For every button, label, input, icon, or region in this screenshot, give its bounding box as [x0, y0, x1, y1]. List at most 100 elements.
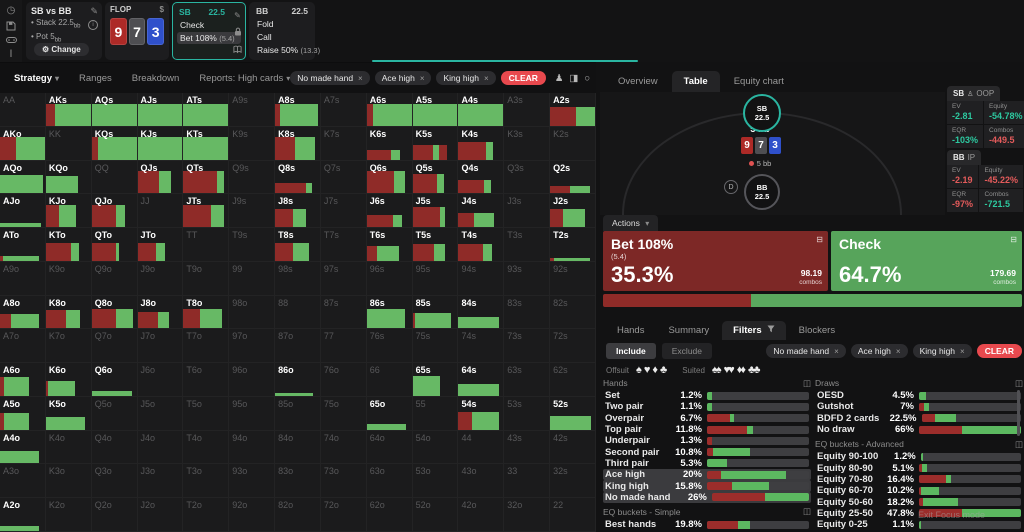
matrix-cell-72s[interactable]: 72s	[550, 329, 596, 363]
matrix-cell-A4o[interactable]: A4o	[0, 431, 46, 465]
matrix-cell-JTs[interactable]: JTs	[183, 194, 229, 228]
close-icon[interactable]: ×	[358, 74, 363, 83]
matrix-cell-99[interactable]: 99	[229, 262, 275, 296]
matrix-cell-K6o[interactable]: K6o	[46, 363, 92, 397]
matrix-cell-A3o[interactable]: A3o	[0, 464, 46, 498]
matrix-cell-66[interactable]: 66	[367, 363, 413, 397]
matrix-cell-Q8s[interactable]: Q8s	[275, 161, 321, 195]
matrix-cell-98o[interactable]: 98o	[229, 296, 275, 330]
matrix-cell-J2o[interactable]: J2o	[138, 498, 184, 532]
matrix-cell-K3o[interactable]: K3o	[46, 464, 92, 498]
matrix-cell-KQs[interactable]: KQs	[92, 127, 138, 161]
filter-row-gutshot[interactable]: Gutshot7%	[815, 401, 1023, 412]
matrix-cell-J3o[interactable]: J3o	[138, 464, 184, 498]
section-collapse-icon[interactable]: ◫	[803, 378, 811, 389]
matrix-cell-A3s[interactable]: A3s	[504, 93, 550, 127]
matrix-cell-87o[interactable]: 87o	[275, 329, 321, 363]
matrix-cell-AKs[interactable]: AKs	[46, 93, 92, 127]
matrix-cell-T5s[interactable]: T5s	[413, 228, 459, 262]
matrix-cell-88[interactable]: 88	[275, 296, 321, 330]
matrix-cell-97s[interactable]: 97s	[321, 262, 367, 296]
filter-row-second-pair[interactable]: Second pair10.8%	[603, 446, 811, 457]
gamepad-icon[interactable]	[6, 36, 17, 44]
filter-row-equity-60-70[interactable]: Equity 60-7010.2%	[815, 485, 1023, 496]
matrix-cell-77[interactable]: 77	[321, 329, 367, 363]
matrix-cell-T9s[interactable]: T9s	[229, 228, 275, 262]
expand-action-icon[interactable]: ⊟	[1010, 235, 1017, 244]
matrix-cell-62s[interactable]: 62s	[550, 363, 596, 397]
tab-strategy[interactable]: Strategy▾	[14, 73, 59, 84]
matrix-cell-KTo[interactable]: KTo	[46, 228, 92, 262]
include-button[interactable]: Include	[606, 343, 656, 359]
matrix-cell-AQo[interactable]: AQo	[0, 161, 46, 195]
matrix-cell-42o[interactable]: 42o	[458, 498, 504, 532]
node-action-bet-108-[interactable]: Bet 108% (5.4)	[177, 32, 241, 44]
matrix-cell-93o[interactable]: 93o	[229, 464, 275, 498]
filter-row-best-hands[interactable]: Best hands19.8%	[603, 519, 811, 530]
ibeam-icon[interactable]: Ⅰ	[10, 49, 13, 60]
node-action-fold[interactable]: Fold	[254, 18, 310, 30]
filter-row-bdfd-2-cards[interactable]: BDFD 2 cards22.5%	[815, 413, 1023, 424]
matrix-cell-63s[interactable]: 63s	[504, 363, 550, 397]
matrix-cell-65o[interactable]: 65o	[367, 397, 413, 431]
edit-icon[interactable]: ✎	[90, 7, 98, 16]
matrix-cell-K9o[interactable]: K9o	[46, 262, 92, 296]
matrix-cell-42s[interactable]: 42s	[550, 431, 596, 465]
tab-breakdown[interactable]: Breakdown	[132, 73, 180, 84]
close-icon[interactable]: ×	[484, 74, 489, 83]
matrix-cell-96s[interactable]: 96s	[367, 262, 413, 296]
filter-row-set[interactable]: Set1.2%	[603, 390, 811, 401]
matrix-cell-22[interactable]: 22	[550, 498, 596, 532]
filter-chip-ace-high[interactable]: Ace high×	[851, 344, 908, 358]
matrix-cell-K7s[interactable]: K7s	[321, 127, 367, 161]
matrix-cell-J6o[interactable]: J6o	[138, 363, 184, 397]
filter-row-two-pair[interactable]: Two pair1.1%	[603, 401, 811, 412]
matrix-cell-A2o[interactable]: A2o	[0, 498, 46, 532]
matrix-cell-T9o[interactable]: T9o	[183, 262, 229, 296]
matrix-cell-AJo[interactable]: AJo	[0, 194, 46, 228]
node-action-check[interactable]: Check	[177, 19, 241, 31]
matrix-cell-32s[interactable]: 32s	[550, 464, 596, 498]
matrix-cell-Q3o[interactable]: Q3o	[92, 464, 138, 498]
matrix-cell-QQ[interactable]: QQ	[92, 161, 138, 195]
matrix-cell-A7o[interactable]: A7o	[0, 329, 46, 363]
matrix-cell-98s[interactable]: 98s	[275, 262, 321, 296]
suit-selector-icon[interactable]: ♟	[555, 73, 564, 84]
matrix-cell-55[interactable]: 55	[413, 397, 459, 431]
matrix-cell-Q6s[interactable]: Q6s	[367, 161, 413, 195]
matrix-cell-A7s[interactable]: A7s	[321, 93, 367, 127]
matrix-cell-K3s[interactable]: K3s	[504, 127, 550, 161]
matrix-cell-K7o[interactable]: K7o	[46, 329, 92, 363]
matrix-cell-82s[interactable]: 82s	[550, 296, 596, 330]
bb-node-panel[interactable]: BB 22.5 FoldCallRaise 50% (13.3)	[249, 2, 315, 60]
matrix-cell-QJs[interactable]: QJs	[138, 161, 184, 195]
matrix-cell-T8o[interactable]: T8o	[183, 296, 229, 330]
action-card-check[interactable]: ⊟Check64.7%179.69combos	[831, 231, 1022, 291]
filter-chip-ace-high[interactable]: Ace high×	[375, 71, 432, 85]
matrix-cell-A2s[interactable]: A2s	[550, 93, 596, 127]
matrix-cell-JTo[interactable]: JTo	[138, 228, 184, 262]
matrix-cell-43o[interactable]: 43o	[458, 464, 504, 498]
matrix-cell-KK[interactable]: KK	[46, 127, 92, 161]
matrix-cell-T5o[interactable]: T5o	[183, 397, 229, 431]
close-icon[interactable]: ×	[420, 74, 425, 83]
edit-strategy-icon[interactable]: ✎	[234, 11, 241, 20]
tab-table[interactable]: Table	[672, 71, 720, 92]
filter-row-no-made-hand[interactable]: No made hand26%	[603, 492, 811, 503]
matrix-cell-83o[interactable]: 83o	[275, 464, 321, 498]
matrix-cell-JJ[interactable]: JJ	[138, 194, 184, 228]
matrix-cell-64o[interactable]: 64o	[367, 431, 413, 465]
matrix-cell-A6o[interactable]: A6o	[0, 363, 46, 397]
section-collapse-icon[interactable]: ◫	[1015, 378, 1023, 389]
matrix-cell-J3s[interactable]: J3s	[504, 194, 550, 228]
node-action-call[interactable]: Call	[254, 31, 310, 43]
matrix-cell-75o[interactable]: 75o	[321, 397, 367, 431]
matrix-cell-Q7s[interactable]: Q7s	[321, 161, 367, 195]
clear-filters-button[interactable]: CLEAR	[501, 71, 546, 85]
expand-action-icon[interactable]: ⊟	[816, 235, 823, 244]
range-book-icon[interactable]	[233, 45, 242, 56]
tab-hands[interactable]: Hands	[606, 321, 655, 340]
matrix-cell-84s[interactable]: 84s	[458, 296, 504, 330]
exclude-button[interactable]: Exclude	[662, 343, 712, 359]
matrix-cell-43s[interactable]: 43s	[504, 431, 550, 465]
